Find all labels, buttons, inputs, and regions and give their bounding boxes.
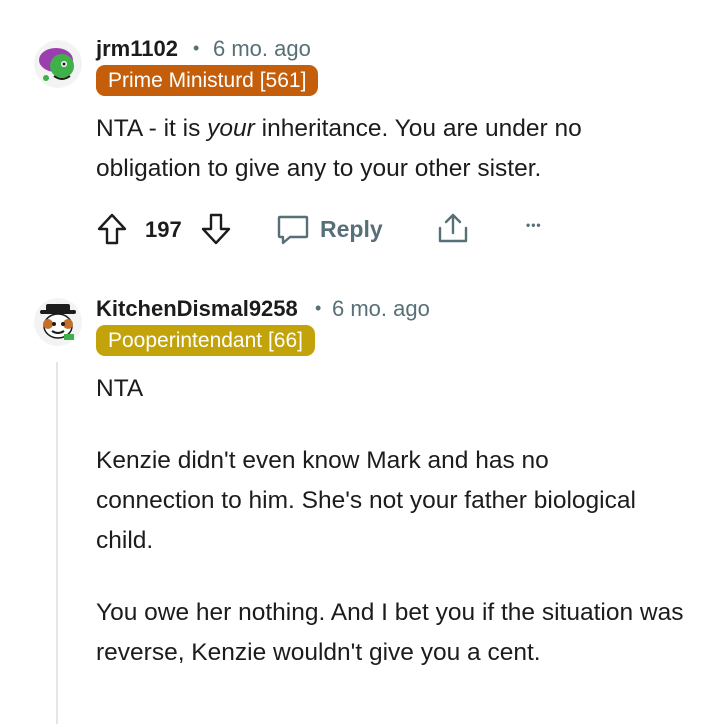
comment-paragraph: You owe her nothing. And I bet you if th… [96, 599, 684, 666]
comment-paragraph: NTA [96, 375, 144, 402]
share-button[interactable] [436, 211, 470, 245]
downvote-button[interactable] [200, 212, 232, 246]
comment-username[interactable]: jrm1102 [96, 36, 178, 62]
meta-separator: • [315, 298, 322, 318]
thread-line[interactable] [56, 362, 58, 724]
share-icon [438, 213, 468, 243]
comment-paragraph: Kenzie didn't even know Mark and has no … [96, 447, 636, 554]
comment-body: NTA - it is your inheritance. You are un… [96, 109, 686, 189]
comment-username[interactable]: KitchenDismal9258 [96, 296, 298, 322]
user-flair: Prime Ministurd [561] [96, 65, 319, 96]
meta-separator: • [193, 38, 200, 58]
ellipsis-icon[interactable]: ••• [526, 218, 542, 232]
comment-timestamp[interactable]: 6 mo. ago [213, 36, 311, 62]
reply-button[interactable]: Reply [276, 212, 383, 246]
comment-body: NTA Kenzie didn't even know Mark and has… [96, 369, 696, 673]
comment-body-emphasis: your [207, 115, 255, 142]
reply-label: Reply [320, 215, 383, 242]
downvote-arrow-icon [201, 213, 231, 245]
avatar-kitchendismal9258[interactable] [34, 298, 82, 346]
upvote-button[interactable] [96, 212, 128, 246]
vote-count: 197 [145, 217, 182, 242]
speech-bubble-icon [277, 215, 309, 245]
avatar-jrm1102[interactable] [34, 40, 82, 88]
snoo-avatar-icon [34, 298, 82, 346]
comment-timestamp[interactable]: 6 mo. ago [332, 296, 430, 322]
comment-body-text: NTA - it is [96, 115, 208, 142]
upvote-arrow-icon [97, 213, 127, 245]
snoo-avatar-icon [34, 40, 82, 88]
user-flair: Pooperintendant [66] [96, 325, 315, 356]
